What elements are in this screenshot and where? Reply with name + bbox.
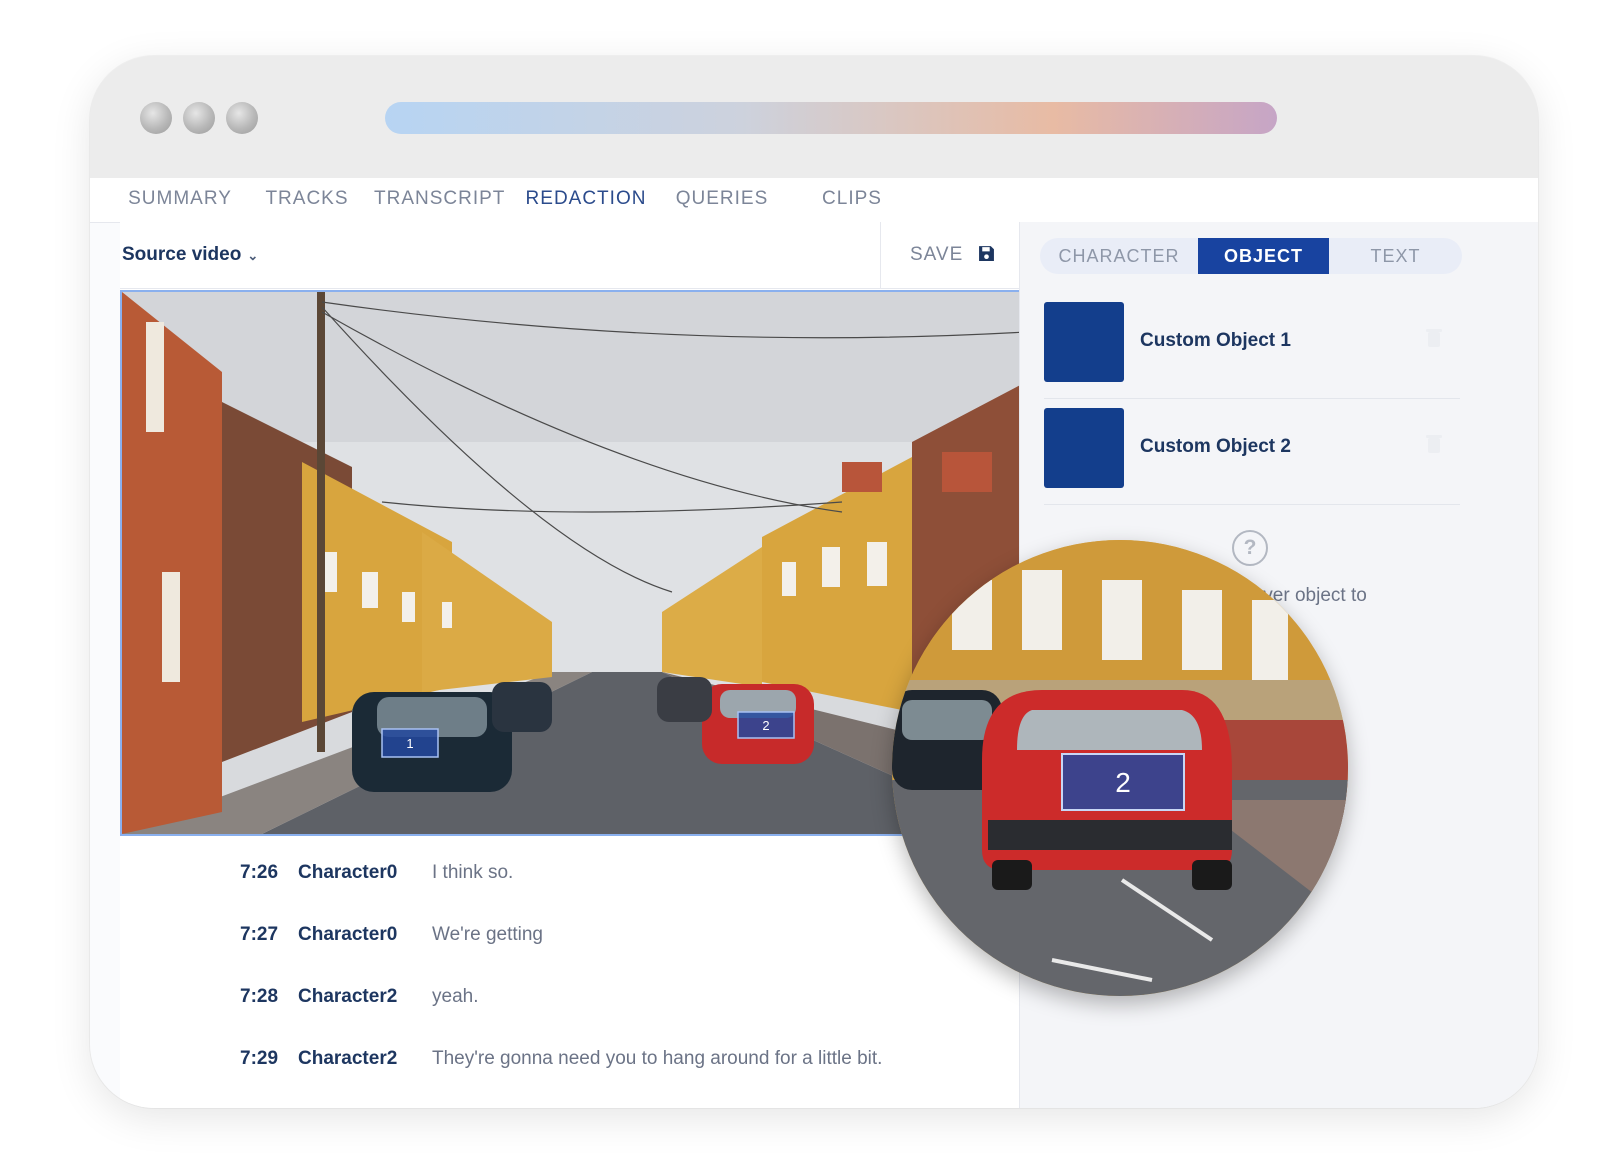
window-control-maximize[interactable] — [226, 102, 258, 134]
question-circle-icon: ? — [1232, 530, 1268, 566]
browser-window: SUMMARY TRACKS TRANSCRIPT REDACTION QUER… — [90, 56, 1538, 1108]
redaction-marker-2[interactable]: 2 — [762, 718, 769, 733]
transcript-row[interactable]: 7:29 Character2 They're gonna need you t… — [120, 1048, 1024, 1078]
transcript-time: 7:29 — [240, 1048, 279, 1069]
tab-summary[interactable]: SUMMARY — [120, 178, 240, 222]
source-video-dropdown[interactable]: Source video ⌄ — [122, 244, 258, 266]
zoom-lens: 2 — [892, 540, 1348, 996]
transcript-time: 7:26 — [240, 862, 279, 883]
video-panel: Source video ⌄ SAVE 1 2 7:26 Character0 … — [120, 222, 1052, 1108]
tab-text[interactable]: TEXT — [1329, 238, 1462, 274]
tab-clips[interactable]: CLIPS — [812, 178, 892, 222]
tab-queries[interactable]: QUERIES — [672, 178, 772, 222]
object-color-swatch — [1044, 408, 1124, 488]
floppy-disk-icon — [978, 246, 994, 261]
address-bar[interactable] — [385, 102, 1277, 134]
redaction-marker-1[interactable]: 1 — [406, 736, 413, 751]
transcript-character: Character0 — [298, 924, 398, 945]
street-scene: 1 2 — [122, 292, 1026, 834]
tab-tracks[interactable]: TRACKS — [262, 178, 352, 222]
chevron-down-icon: ⌄ — [247, 248, 259, 263]
object-name: Custom Object 1 — [1140, 330, 1291, 351]
main-tab-bar: SUMMARY TRACKS TRANSCRIPT REDACTION QUER… — [90, 178, 1538, 224]
transcript-text: They're gonna need you to hang around fo… — [432, 1048, 883, 1069]
transcript-character: Character2 — [298, 986, 398, 1007]
zoomed-car-scene: 2 — [892, 540, 1348, 996]
window-control-close[interactable] — [140, 102, 172, 134]
transcript-character: Character2 — [298, 1048, 398, 1069]
transcript-row[interactable]: 7:26 Character0 I think so. — [120, 862, 1024, 892]
transcript-text: We're getting — [432, 924, 544, 945]
redaction-type-switch: CHARACTER OBJECT TEXT — [1040, 238, 1462, 274]
toolbar-divider — [880, 222, 881, 288]
transcript-time: 7:27 — [240, 924, 279, 945]
tab-redaction[interactable]: REDACTION — [516, 178, 656, 224]
transcript-row[interactable]: 7:28 Character2 yeah. — [120, 986, 1024, 1016]
transcript-text: I think so. — [432, 862, 514, 883]
transcript-text: yeah. — [432, 986, 479, 1007]
trash-icon[interactable] — [1426, 328, 1442, 348]
tab-object[interactable]: OBJECT — [1198, 238, 1329, 274]
zoom-marker-2: 2 — [1115, 767, 1131, 798]
transcript-time: 7:28 — [240, 986, 279, 1007]
trash-icon[interactable] — [1426, 434, 1442, 454]
video-toolbar: Source video ⌄ SAVE — [120, 222, 1052, 289]
object-name: Custom Object 2 — [1140, 436, 1291, 457]
object-list-item[interactable]: Custom Object 2 — [1044, 398, 1460, 505]
transcript-row[interactable]: 7:27 Character0 We're getting — [120, 924, 1024, 954]
save-button[interactable]: SAVE — [910, 244, 995, 266]
source-video-label: Source video — [122, 244, 242, 265]
tab-transcript[interactable]: TRANSCRIPT — [374, 178, 504, 222]
window-control-minimize[interactable] — [183, 102, 215, 134]
transcript-character: Character0 — [298, 862, 398, 883]
object-color-swatch — [1044, 302, 1124, 382]
transcript-list: 7:26 Character0 I think so. 7:27 Charact… — [120, 850, 1024, 1108]
tab-character[interactable]: CHARACTER — [1040, 238, 1198, 274]
save-label: SAVE — [910, 244, 964, 265]
app-area: SUMMARY TRACKS TRANSCRIPT REDACTION QUER… — [90, 178, 1538, 1108]
object-list-item[interactable]: Custom Object 1 — [1044, 292, 1460, 399]
